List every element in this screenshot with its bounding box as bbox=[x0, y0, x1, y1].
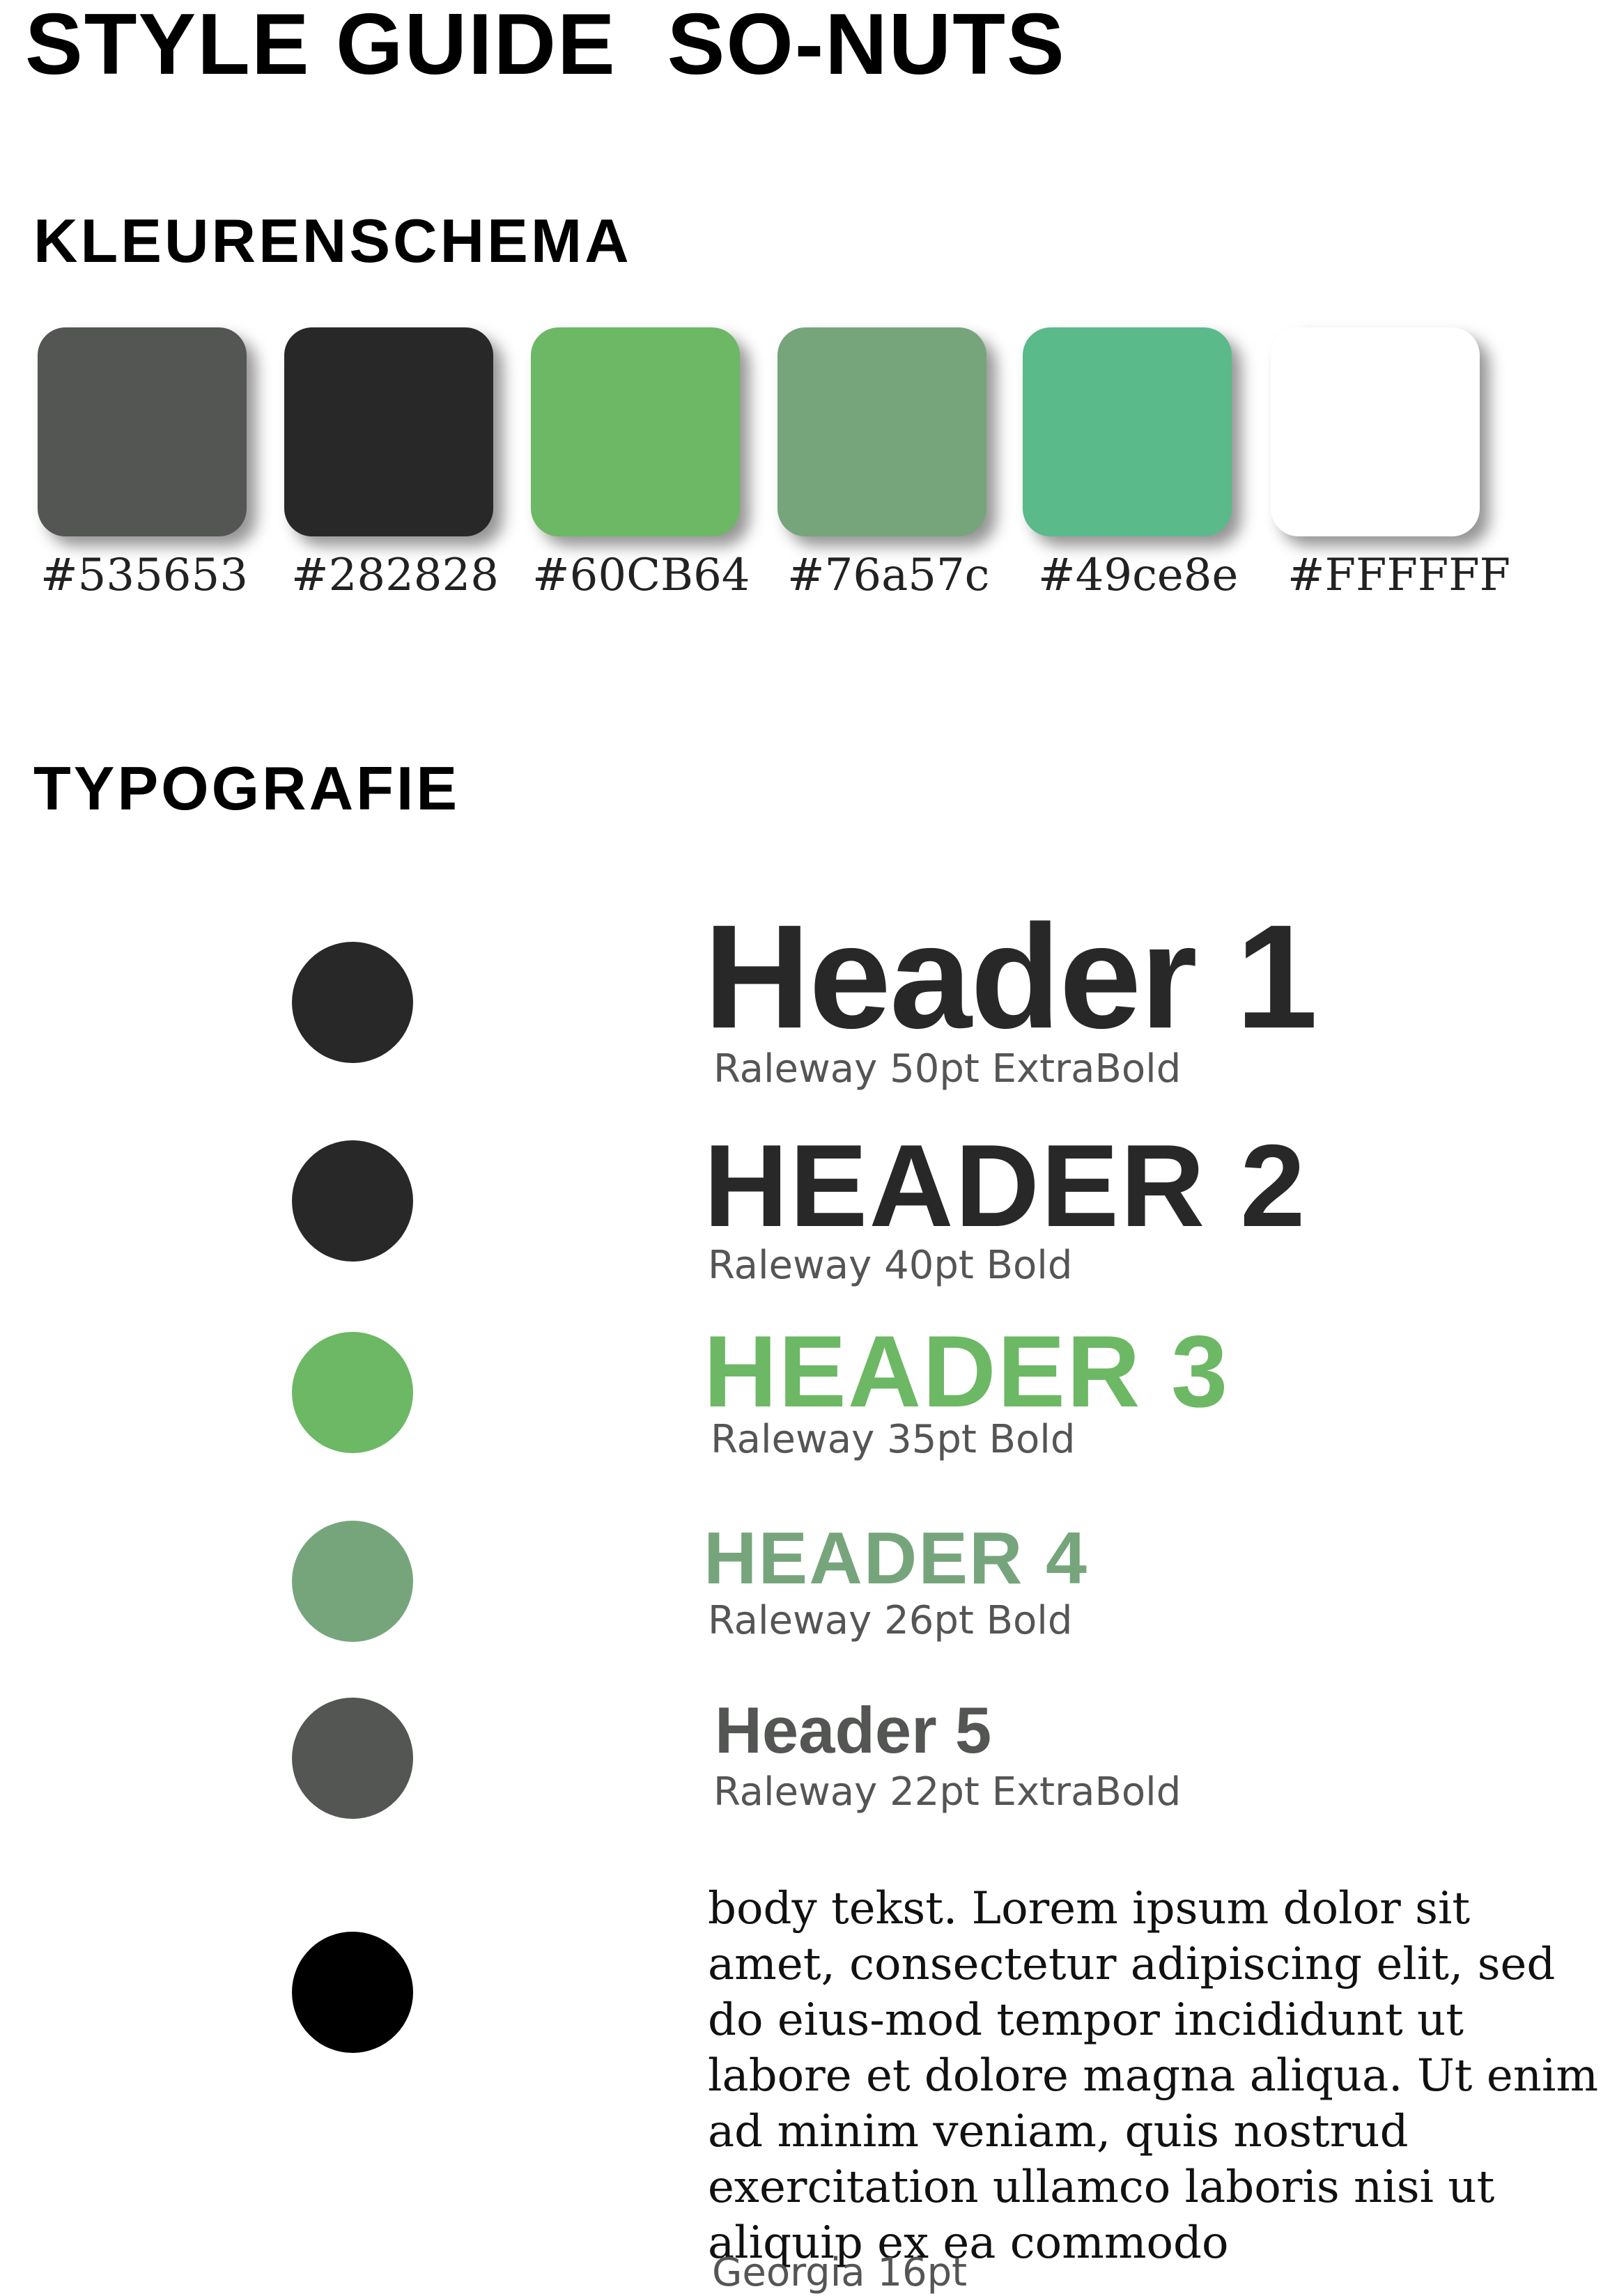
header-5-entry: Header 5 Raleway 22pt ExtraBold bbox=[704, 1696, 1181, 1815]
color-swatch-3 bbox=[531, 327, 740, 536]
header-1-color-dot bbox=[292, 942, 413, 1063]
body-text-color-dot bbox=[292, 1932, 413, 2053]
color-swatch-5 bbox=[1023, 327, 1232, 536]
header-3-entry: HEADER 3 Raleway 35pt Bold bbox=[704, 1318, 1229, 1463]
header-2-entry: HEADER 2 Raleway 40pt Bold bbox=[704, 1124, 1307, 1289]
header-3-color-dot bbox=[292, 1332, 413, 1453]
header-4-entry: HEADER 4 Raleway 26pt Bold bbox=[704, 1519, 1088, 1644]
page-title: STYLE GUIDE SO-NUTS bbox=[25, 0, 1066, 93]
header-1-sample: Header 1 bbox=[704, 894, 1318, 1059]
color-swatch-2 bbox=[284, 327, 493, 536]
color-swatch-label-1: #535653 bbox=[40, 550, 248, 601]
color-swatch-label-4: #76a57c bbox=[787, 550, 990, 601]
header-2-sample: HEADER 2 bbox=[704, 1120, 1307, 1251]
body-text-spec: Georgia 16pt bbox=[712, 2250, 968, 2295]
header-5-sample: Header 5 bbox=[715, 1693, 992, 1767]
header-4-color-dot bbox=[292, 1521, 413, 1642]
color-swatch-label-3: #60CB64 bbox=[532, 550, 750, 601]
color-swatch-4 bbox=[777, 327, 986, 536]
header-4-spec: Raleway 26pt Bold bbox=[708, 1598, 1073, 1643]
color-swatch-row: #535653 #282828 #60CB64 #76a57c #49ce8e … bbox=[38, 327, 1510, 620]
body-text-sample: body tekst. Lorem ipsum dolor sit amet, … bbox=[708, 1883, 1599, 2269]
color-scheme-heading: KLEURENSCHEMA bbox=[33, 206, 632, 275]
color-swatch-label-6: #FFFFFF bbox=[1287, 550, 1511, 601]
header-3-sample: HEADER 3 bbox=[704, 1314, 1230, 1428]
header-1-entry: Header 1 Raleway 50pt ExtraBold bbox=[704, 894, 1318, 1092]
header-4-sample: HEADER 4 bbox=[704, 1517, 1089, 1599]
typography-heading: TYPOGRAFIE bbox=[33, 754, 460, 823]
header-5-color-dot bbox=[292, 1698, 413, 1819]
header-2-color-dot bbox=[292, 1140, 413, 1262]
color-swatch-label-2: #282828 bbox=[291, 550, 499, 601]
color-swatch-1 bbox=[38, 327, 247, 536]
color-swatch-label-5: #49ce8e bbox=[1038, 550, 1239, 601]
color-swatch-6 bbox=[1271, 327, 1480, 536]
header-5-spec: Raleway 22pt ExtraBold bbox=[713, 1769, 1182, 1815]
